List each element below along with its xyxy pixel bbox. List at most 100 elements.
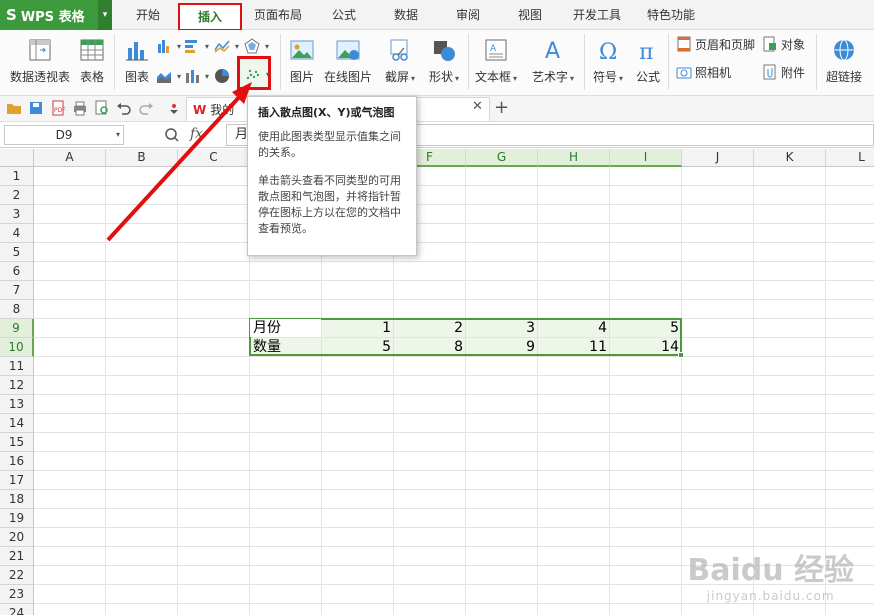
cell-D9[interactable]: 月份 — [250, 319, 322, 338]
hyperlink-button[interactable]: 超链接 — [822, 32, 866, 85]
tab-page-layout[interactable]: 页面布局 — [248, 0, 308, 30]
row-header-6[interactable]: 6 — [0, 262, 34, 281]
column-header-j[interactable]: J — [682, 149, 754, 167]
object-button[interactable]: 对象 — [762, 34, 805, 54]
undo-icon[interactable] — [116, 100, 132, 116]
row-header-15[interactable]: 15 — [0, 433, 34, 452]
row-header-5[interactable]: 5 — [0, 243, 34, 262]
cell-H9[interactable]: 4 — [538, 319, 610, 338]
area-chart-button[interactable]: ▾ — [156, 66, 181, 86]
print-preview-icon[interactable] — [94, 100, 110, 116]
column-header-i[interactable]: I — [610, 149, 682, 167]
table-button[interactable]: 表格 — [76, 32, 108, 85]
formula-button[interactable]: π 公式 — [632, 32, 664, 85]
row-header-21[interactable]: 21 — [0, 547, 34, 566]
column-header-a[interactable]: A — [34, 149, 106, 167]
tab-formulas[interactable]: 公式 — [318, 0, 370, 30]
column-header-h[interactable]: H — [538, 149, 610, 167]
tab-view[interactable]: 视图 — [504, 0, 556, 30]
row-header-22[interactable]: 22 — [0, 566, 34, 585]
tab-home[interactable]: 开始 — [122, 0, 174, 30]
name-box[interactable]: D9 ▾ — [4, 125, 124, 145]
select-all-corner[interactable] — [0, 149, 34, 167]
baidu-watermark: Baidu 经验 jingyan.baidu.com — [687, 545, 854, 603]
row-header-9[interactable]: 9 — [0, 319, 34, 338]
row-header-14[interactable]: 14 — [0, 414, 34, 433]
chevron-down-icon: ▾ — [266, 69, 271, 79]
row-header-11[interactable]: 11 — [0, 357, 34, 376]
stock-chart-button[interactable]: ▾ — [184, 66, 209, 86]
row-header-23[interactable]: 23 — [0, 585, 34, 604]
column-chart-button[interactable]: ▾ — [156, 36, 181, 56]
scatter-chart-button[interactable]: ▾ — [245, 64, 270, 84]
export-pdf-icon[interactable]: PDF — [50, 100, 66, 116]
online-picture-button[interactable]: 在线图片 — [322, 32, 374, 85]
cell-F10[interactable]: 8 — [394, 338, 466, 357]
cell-D10[interactable]: 数量 — [250, 338, 322, 357]
screenshot-button[interactable]: 截屏 ▾ — [380, 32, 420, 85]
grid-row-line — [34, 603, 874, 604]
new-tab-icon[interactable]: + — [494, 97, 509, 118]
row-header-13[interactable]: 13 — [0, 395, 34, 414]
radar-chart-button[interactable]: ▾ — [244, 36, 269, 56]
picture-button[interactable]: 图片 — [286, 32, 318, 85]
tab-data[interactable]: 数据 — [380, 0, 432, 30]
row-header-8[interactable]: 8 — [0, 300, 34, 319]
tab-special[interactable]: 特色功能 — [640, 0, 702, 30]
row-header-3[interactable]: 3 — [0, 205, 34, 224]
close-tab-icon[interactable]: ✕ — [472, 99, 483, 114]
symbol-button[interactable]: Ω 符号 ▾ — [588, 32, 628, 85]
row-header-7[interactable]: 7 — [0, 281, 34, 300]
redo-icon[interactable] — [138, 100, 154, 116]
row-header-10[interactable]: 10 — [0, 338, 34, 357]
column-header-g[interactable]: G — [466, 149, 538, 167]
row-header-18[interactable]: 18 — [0, 490, 34, 509]
attachment-button[interactable]: 附件 — [762, 62, 805, 82]
cell-F9[interactable]: 2 — [394, 319, 466, 338]
row-header-17[interactable]: 17 — [0, 471, 34, 490]
row-header-24[interactable]: 24 — [0, 604, 34, 615]
pie-chart-button[interactable] — [214, 66, 233, 86]
cell-I9[interactable]: 5 — [610, 319, 682, 338]
cell-G10[interactable]: 9 — [466, 338, 538, 357]
shapes-button[interactable]: 形状 ▾ — [424, 32, 464, 85]
column-header-l[interactable]: L — [826, 149, 874, 167]
cell-E9[interactable]: 1 — [322, 319, 394, 338]
cell-H10[interactable]: 11 — [538, 338, 610, 357]
cell-G9[interactable]: 3 — [466, 319, 538, 338]
pivot-table-button[interactable]: 数据透视表 — [8, 32, 72, 85]
customize-toolbar-icon[interactable] — [166, 100, 182, 116]
save-icon[interactable] — [28, 100, 44, 116]
pie-chart-icon — [215, 69, 229, 83]
row-header-20[interactable]: 20 — [0, 528, 34, 547]
row-header-19[interactable]: 19 — [0, 509, 34, 528]
fx-icon[interactable]: fx — [190, 126, 203, 142]
bar-chart-button[interactable]: ▾ — [184, 36, 209, 56]
column-header-k[interactable]: K — [754, 149, 826, 167]
chart-button[interactable]: 图表 — [120, 32, 154, 85]
row-header-1[interactable]: 1 — [0, 167, 34, 186]
tab-review[interactable]: 审阅 — [442, 0, 494, 30]
row-header-2[interactable]: 2 — [0, 186, 34, 205]
header-footer-button[interactable]: 页眉和页脚 — [676, 34, 755, 54]
line-chart-button[interactable]: ▾ — [214, 36, 239, 56]
print-icon[interactable] — [72, 100, 88, 116]
app-menu-button[interactable]: S WPS 表格 ▾ — [0, 0, 112, 30]
bar-chart-icon — [185, 40, 197, 53]
tab-developer[interactable]: 开发工具 — [566, 0, 628, 30]
svg-text:A: A — [545, 39, 560, 62]
tab-insert[interactable]: 插入 — [178, 3, 242, 31]
textbox-button[interactable]: A 文本框 ▾ — [472, 32, 520, 85]
open-folder-icon[interactable] — [6, 100, 22, 116]
cell-I10[interactable]: 14 — [610, 338, 682, 357]
column-header-b[interactable]: B — [106, 149, 178, 167]
wordart-button[interactable]: A 艺术字 ▾ — [528, 32, 578, 85]
row-header-4[interactable]: 4 — [0, 224, 34, 243]
column-header-c[interactable]: C — [178, 149, 250, 167]
grid-row-line — [34, 451, 874, 452]
row-header-16[interactable]: 16 — [0, 452, 34, 471]
cell-E10[interactable]: 5 — [322, 338, 394, 357]
row-header-12[interactable]: 12 — [0, 376, 34, 395]
zoom-icon[interactable] — [164, 127, 180, 143]
camera-button[interactable]: 照相机 — [676, 62, 731, 82]
